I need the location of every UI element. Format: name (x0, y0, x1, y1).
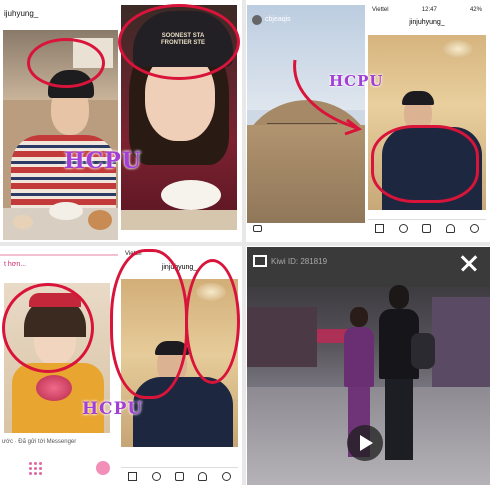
close-button[interactable] (457, 251, 481, 275)
camera-icon[interactable] (253, 225, 262, 232)
heart-icon[interactable] (198, 472, 208, 481)
search-icon[interactable] (398, 224, 408, 233)
messenger-status-text: ước · Đã gửi tới Messenger (2, 439, 77, 445)
close-icon (457, 251, 481, 275)
highlight-circle (185, 259, 240, 384)
story-username: cbjeaqis (265, 16, 291, 23)
heart-icon[interactable] (446, 224, 456, 233)
highlight-circle (118, 4, 240, 80)
profile-icon[interactable] (221, 472, 231, 481)
red-arrow (293, 59, 363, 136)
message-header: t hơn... (4, 261, 27, 268)
watermark: HCPU (64, 148, 143, 174)
menu-grid-icon[interactable] (28, 461, 42, 475)
story-avatar (252, 15, 262, 25)
collage-panel-top-left: ijuhyung_ SOONEST STA FRONTIER STE HCPU (0, 0, 240, 240)
watermark: Kiwi ID: 281819 (271, 257, 328, 266)
add-post-icon[interactable] (422, 224, 432, 233)
collage-divider (0, 242, 490, 246)
highlight-circle (27, 38, 105, 88)
status-battery: 42% (469, 7, 482, 13)
collage-panel-bottom-right: Kiwi ID: 281819 (247, 247, 490, 485)
profile-username: ijuhyung_ (4, 9, 39, 18)
watermark: HCPU (329, 72, 384, 90)
status-carrier: Viettel (372, 7, 389, 13)
add-post-icon[interactable] (174, 472, 184, 481)
profile-icon[interactable] (469, 224, 479, 233)
watermark: HCPU (82, 399, 144, 419)
highlight-circle (110, 249, 188, 399)
collage-panel-bottom-left: t hơn... ước · Đã gửi tới Messenger Viet… (0, 247, 240, 485)
collage-panel-top-right: cbjeaqis Viettel 12:47 42% jinjuhyung_ H… (247, 0, 490, 240)
highlight-circle (2, 283, 94, 373)
home-icon[interactable] (128, 472, 138, 481)
bottom-nav-bar (121, 467, 238, 485)
bottom-nav-bar (368, 219, 486, 237)
play-icon (360, 435, 373, 451)
video-logo-icon (253, 255, 267, 267)
play-button[interactable] (347, 425, 383, 461)
user-avatar-icon[interactable] (96, 461, 110, 475)
highlight-circle (371, 125, 479, 203)
person-man (377, 285, 435, 460)
profile-username: jinjuhyung_ (409, 19, 445, 26)
home-icon[interactable] (375, 224, 385, 233)
search-icon[interactable] (151, 472, 161, 481)
status-bar: Viettel 12:47 42% (368, 5, 486, 15)
status-time: 12:47 (421, 7, 437, 13)
